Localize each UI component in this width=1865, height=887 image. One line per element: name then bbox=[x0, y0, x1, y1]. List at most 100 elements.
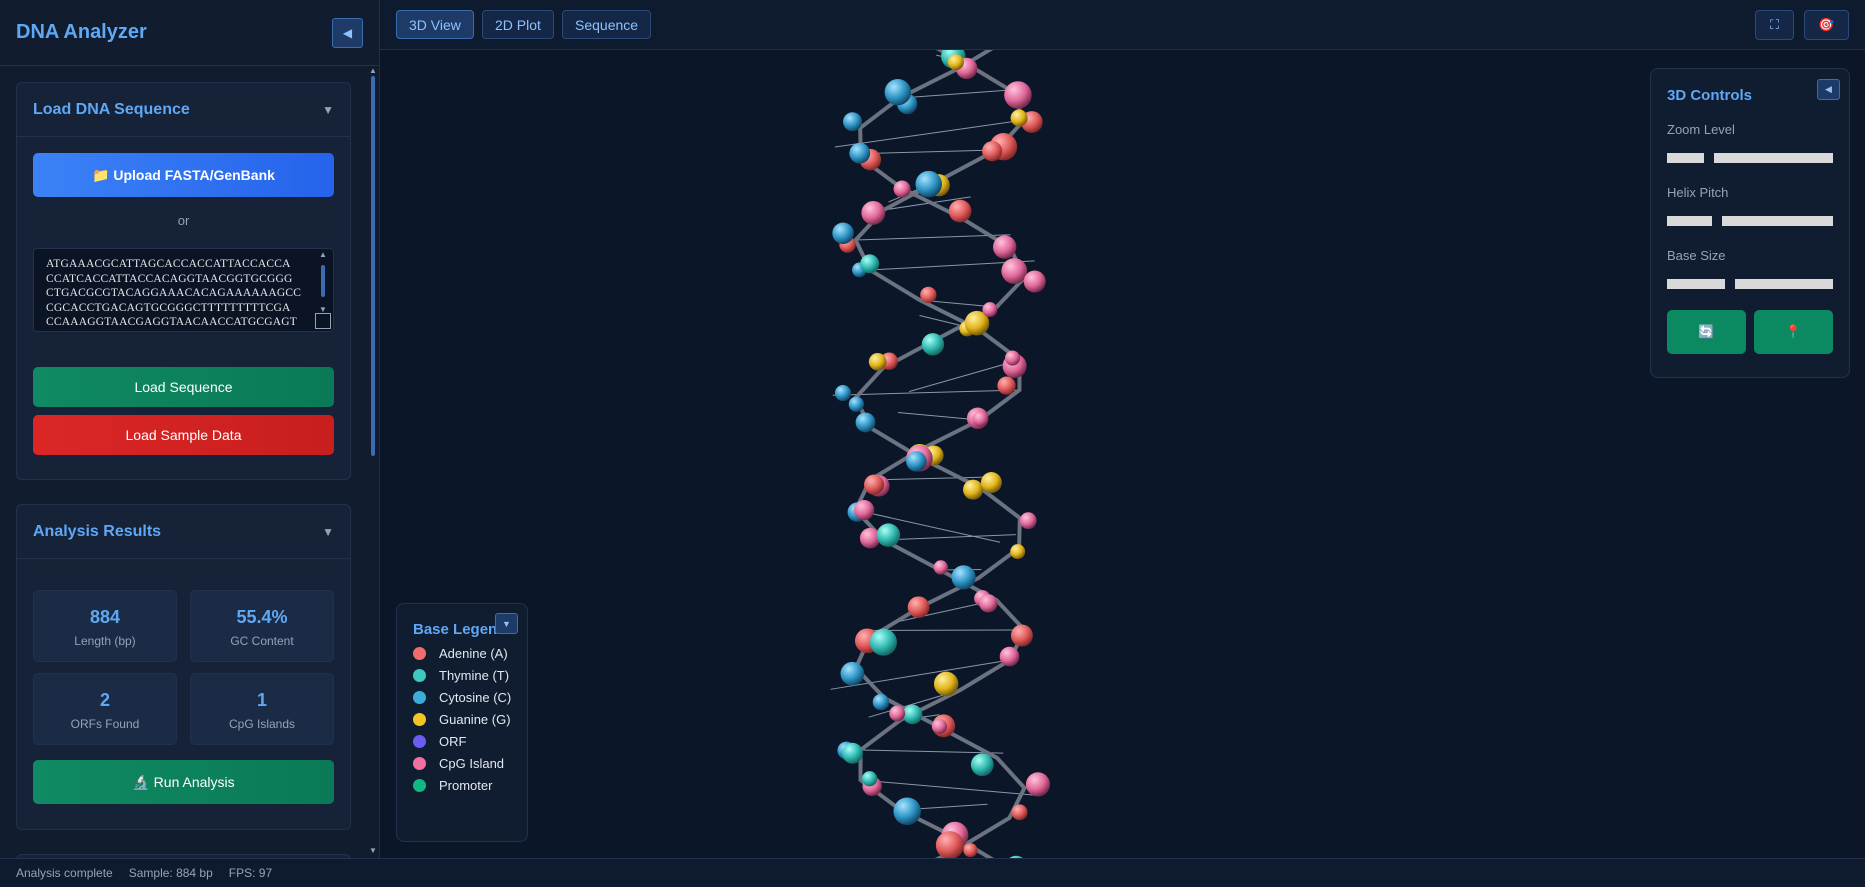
textarea-scroll-thumb[interactable] bbox=[321, 265, 325, 297]
nucleotide-sphere[interactable] bbox=[972, 411, 989, 427]
scroll-down-icon[interactable]: ▼ bbox=[368, 846, 378, 855]
scroll-up-icon[interactable]: ▲ bbox=[368, 66, 378, 75]
slider-track-left bbox=[1667, 216, 1712, 226]
analysis-results-panel: Analysis Results ▼ 884 Length (bp) 55.4%… bbox=[16, 504, 351, 830]
base-size-slider[interactable] bbox=[1667, 279, 1833, 289]
legend-toggle-button[interactable]: ▼ bbox=[495, 613, 518, 634]
tab-3d-view[interactable]: 3D View bbox=[396, 10, 474, 39]
nucleotide-sphere[interactable] bbox=[853, 499, 875, 521]
dna-helix-render[interactable] bbox=[380, 50, 1865, 858]
nucleotide-sphere[interactable] bbox=[1023, 270, 1046, 293]
sidebar-scroll-area[interactable]: Load DNA Sequence ▼ 📁 Upload FASTA/GenBa… bbox=[0, 66, 380, 858]
nucleotide-sphere[interactable] bbox=[832, 222, 854, 245]
nucleotide-sphere[interactable] bbox=[1010, 109, 1028, 127]
nucleotide-sphere[interactable] bbox=[951, 565, 976, 590]
legend-label: ORF bbox=[439, 734, 467, 749]
tab-2d-plot[interactable]: 2D Plot bbox=[482, 10, 554, 39]
run-analysis-button[interactable]: 🔬 Run Analysis bbox=[33, 760, 334, 804]
nucleotide-sphere[interactable] bbox=[843, 112, 862, 132]
nucleotide-sphere[interactable] bbox=[1011, 804, 1028, 821]
base-size-label: Base Size bbox=[1667, 248, 1726, 263]
nucleotide-sphere[interactable] bbox=[970, 753, 994, 777]
fullscreen-icon: ⛶ bbox=[1769, 17, 1780, 32]
nucleotide-sphere[interactable] bbox=[902, 704, 923, 725]
nucleotide-sphere[interactable] bbox=[921, 333, 945, 356]
nucleotide-sphere[interactable] bbox=[906, 451, 927, 472]
nucleotide-sphere[interactable] bbox=[1001, 258, 1028, 284]
controls-collapse-button[interactable]: ◀ bbox=[1817, 79, 1840, 100]
base-pair-rung bbox=[870, 476, 991, 481]
tab-sequence[interactable]: Sequence bbox=[562, 10, 652, 39]
nucleotide-sphere[interactable] bbox=[947, 54, 964, 71]
nucleotide-sphere[interactable] bbox=[849, 142, 871, 164]
nucleotide-sphere[interactable] bbox=[982, 141, 1003, 162]
zoom-level-slider[interactable] bbox=[1667, 153, 1833, 163]
nucleotide-sphere[interactable] bbox=[920, 286, 937, 304]
nucleotide-sphere[interactable] bbox=[889, 705, 906, 722]
3d-viewport[interactable] bbox=[380, 50, 1865, 858]
legend-label: CpG Island bbox=[439, 756, 505, 771]
nucleotide-sphere[interactable] bbox=[893, 797, 921, 825]
nucleotide-sphere[interactable] bbox=[842, 742, 863, 764]
nucleotide-sphere[interactable] bbox=[948, 199, 972, 223]
chevron-down-icon[interactable]: ▼ bbox=[322, 103, 334, 117]
nucleotide-sphere[interactable] bbox=[963, 843, 978, 858]
nucleotide-sphere[interactable] bbox=[999, 646, 1020, 667]
nucleotide-sphere[interactable] bbox=[1010, 624, 1033, 647]
nucleotide-sphere[interactable] bbox=[997, 376, 1016, 395]
chevron-down-icon[interactable]: ▼ bbox=[322, 525, 334, 539]
nucleotide-sphere[interactable] bbox=[855, 412, 876, 433]
nucleotide-sphere[interactable] bbox=[935, 831, 964, 858]
stat-value: 55.4% bbox=[236, 607, 288, 627]
refresh-icon: 🔄 bbox=[1698, 324, 1715, 339]
nucleotide-sphere[interactable] bbox=[931, 718, 948, 734]
nucleotide-sphere[interactable] bbox=[982, 302, 998, 318]
sidebar-scrollbar[interactable]: ▲ ▼ bbox=[368, 66, 378, 858]
load-sample-data-button[interactable]: Load Sample Data bbox=[33, 415, 334, 455]
nucleotide-sphere[interactable] bbox=[840, 661, 865, 686]
load-sequence-button[interactable]: Load Sequence bbox=[33, 367, 334, 407]
nucleotide-sphere[interactable] bbox=[876, 523, 901, 547]
legend-swatch bbox=[413, 757, 426, 770]
reset-view-button[interactable]: 🔄 bbox=[1667, 310, 1746, 354]
textarea-scrollbar[interactable]: ▲ ▼ bbox=[319, 250, 327, 314]
nucleotide-sphere[interactable] bbox=[864, 474, 885, 495]
resize-handle-icon[interactable] bbox=[315, 313, 331, 329]
nucleotide-sphere[interactable] bbox=[963, 479, 984, 500]
target-button[interactable]: 🎯 bbox=[1804, 10, 1849, 40]
nucleotide-sphere[interactable] bbox=[1004, 350, 1021, 366]
pin-button[interactable]: 📍 bbox=[1754, 310, 1833, 354]
sidebar-collapse-button[interactable]: ◀ bbox=[332, 17, 363, 48]
nucleotide-sphere[interactable] bbox=[834, 384, 851, 402]
nucleotide-sphere[interactable] bbox=[1019, 512, 1037, 530]
nucleotide-sphere[interactable] bbox=[979, 594, 998, 613]
nucleotide-sphere[interactable] bbox=[1010, 544, 1026, 560]
nucleotide-sphere[interactable] bbox=[907, 596, 930, 619]
nucleotide-sphere[interactable] bbox=[992, 235, 1017, 259]
nucleotide-sphere[interactable] bbox=[848, 396, 864, 412]
upload-file-button[interactable]: 📁 Upload FASTA/GenBank bbox=[33, 153, 334, 197]
scroll-up-icon[interactable]: ▲ bbox=[319, 250, 327, 259]
nucleotide-sphere[interactable] bbox=[869, 628, 897, 656]
nucleotide-sphere[interactable] bbox=[980, 472, 1002, 493]
helix-pitch-slider[interactable] bbox=[1667, 216, 1833, 226]
nucleotide-sphere[interactable] bbox=[884, 78, 912, 106]
slider-track-right bbox=[1714, 153, 1833, 163]
load-panel-header[interactable]: Load DNA Sequence ▼ bbox=[17, 83, 350, 137]
nucleotide-sphere[interactable] bbox=[893, 180, 911, 198]
nucleotide-sphere[interactable] bbox=[1025, 772, 1051, 797]
nucleotide-sphere[interactable] bbox=[861, 771, 878, 787]
nucleotide-sphere[interactable] bbox=[868, 352, 887, 371]
nucleotide-sphere[interactable] bbox=[933, 671, 959, 697]
results-panel-header[interactable]: Analysis Results ▼ bbox=[17, 505, 350, 559]
sidebar-scroll-thumb[interactable] bbox=[371, 76, 375, 456]
fullscreen-button[interactable]: ⛶ bbox=[1755, 10, 1794, 40]
nucleotide-sphere[interactable] bbox=[933, 560, 948, 575]
nucleotide-sphere[interactable] bbox=[860, 254, 880, 274]
nucleotide-sphere[interactable] bbox=[861, 201, 886, 225]
nucleotide-sphere[interactable] bbox=[872, 693, 890, 711]
nucleotide-sphere[interactable] bbox=[1004, 81, 1032, 109]
stat-value: 2 bbox=[99, 690, 110, 710]
sequence-textarea[interactable]: ATGAAACGCATTAGCACCACCATTACCACCA CCATCACC… bbox=[33, 248, 334, 332]
nucleotide-sphere[interactable] bbox=[915, 170, 943, 198]
